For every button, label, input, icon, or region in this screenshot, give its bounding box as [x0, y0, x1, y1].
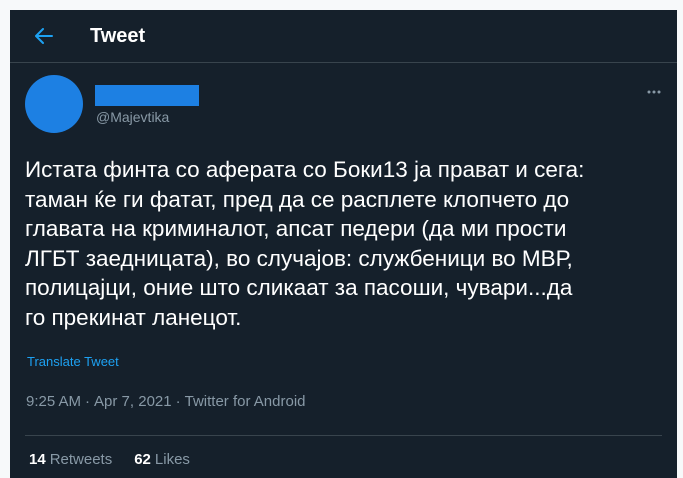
- meta-separator: ·: [85, 393, 91, 410]
- tweet-source[interactable]: Twitter for Android: [185, 393, 306, 410]
- page-title: Tweet: [90, 24, 146, 47]
- retweets-label: Retweets: [49, 451, 113, 468]
- back-button[interactable]: [32, 24, 56, 48]
- more-button[interactable]: [643, 82, 665, 102]
- tweet-meta: 9:25 AM · Apr 7, 2021 · Twitter for Android: [26, 393, 306, 410]
- arrow-left-icon: [35, 28, 53, 44]
- author-name-redacted[interactable]: [95, 85, 199, 106]
- tweet-time[interactable]: 9:25 AM: [26, 393, 81, 410]
- header: Tweet: [10, 10, 677, 63]
- tweet-date[interactable]: Apr 7, 2021: [94, 393, 172, 410]
- tweet-stats: 14 Retweets 62 Likes: [29, 451, 190, 468]
- divider: [25, 435, 662, 436]
- avatar[interactable]: [25, 75, 83, 133]
- likes-stat[interactable]: 62 Likes: [134, 451, 190, 468]
- likes-label: Likes: [154, 451, 190, 468]
- author-handle[interactable]: @Majevtika: [96, 109, 169, 125]
- more-horizontal-icon: [647, 90, 661, 94]
- tweet-page: Tweet @Majevtika Истата финта со аферата…: [10, 10, 677, 478]
- translate-tweet-link[interactable]: Translate Tweet: [27, 354, 119, 369]
- tweet-text: Истата финта со аферата со Боки13 ја пра…: [25, 157, 585, 330]
- likes-count: 62: [134, 451, 151, 468]
- retweets-count: 14: [29, 451, 46, 468]
- meta-separator: ·: [175, 393, 181, 410]
- retweets-stat[interactable]: 14 Retweets: [29, 451, 112, 468]
